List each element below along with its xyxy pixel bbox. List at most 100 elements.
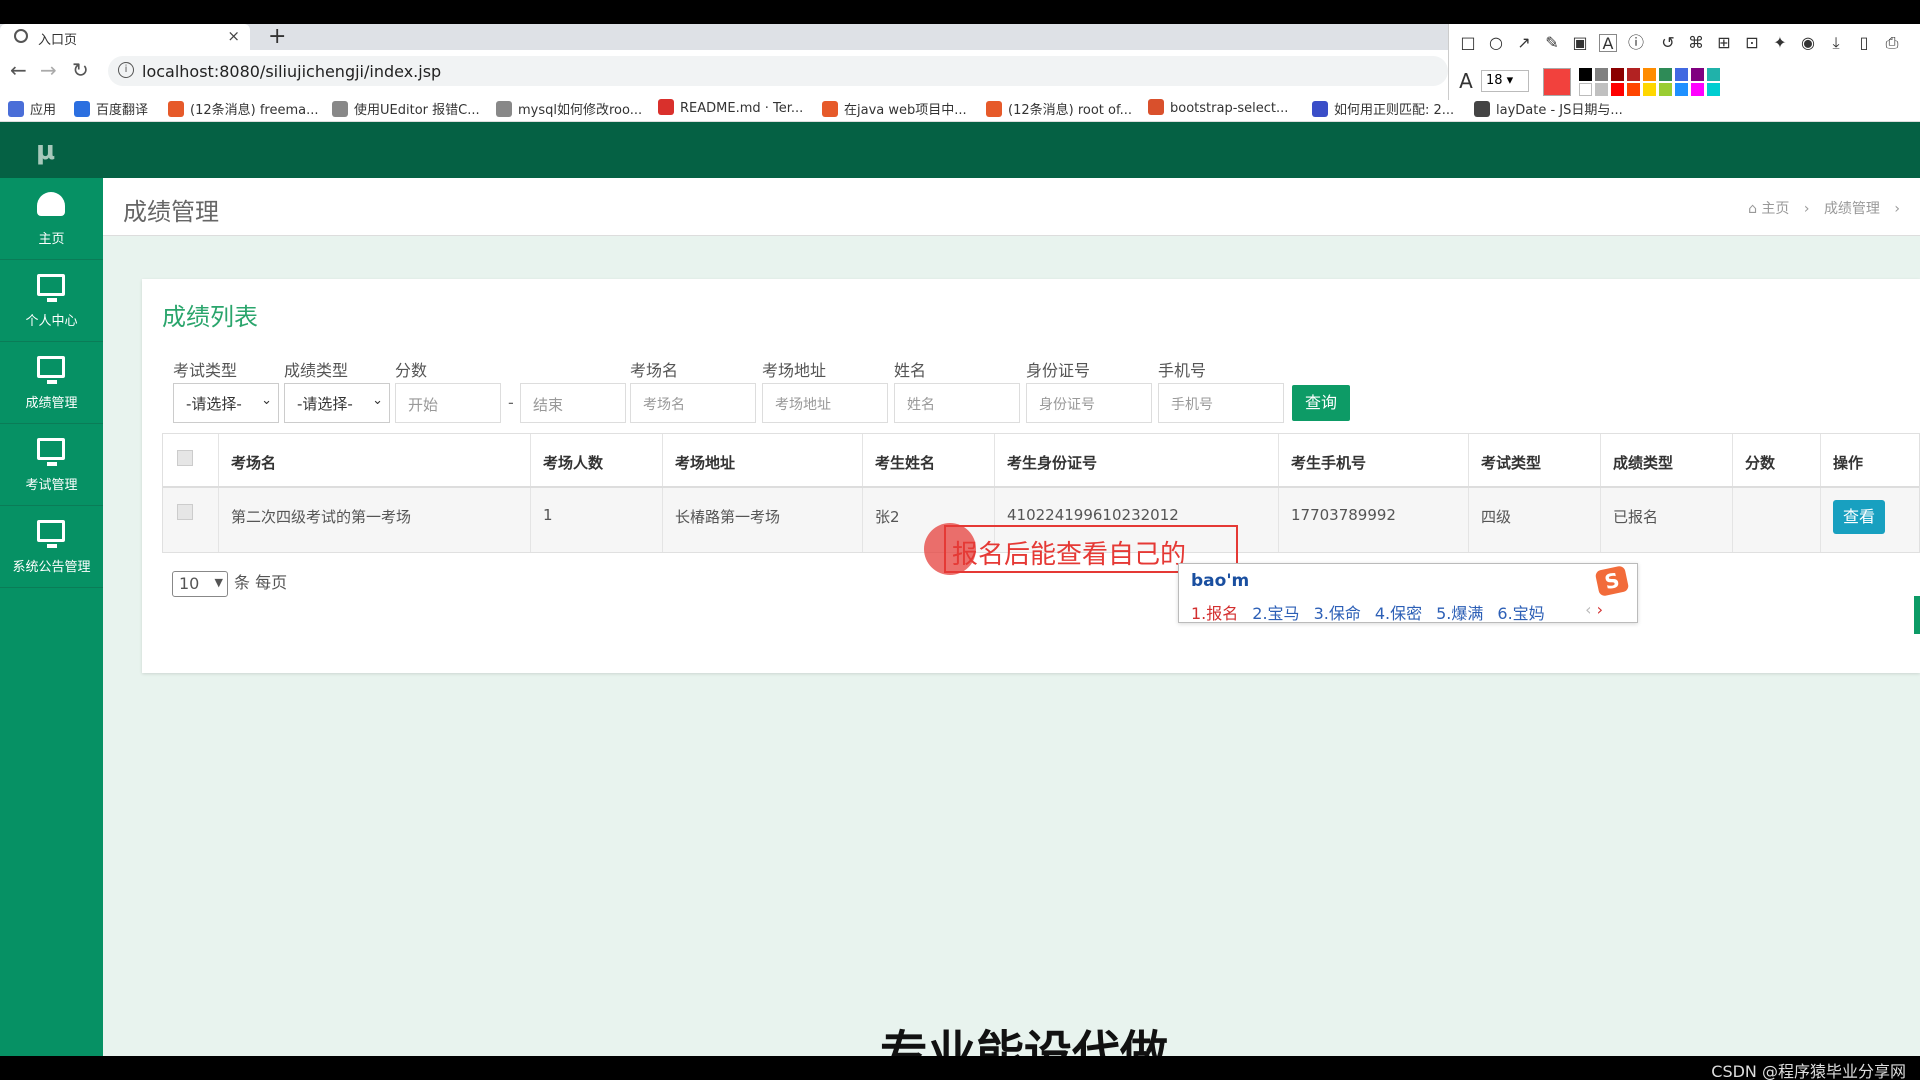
url-text[interactable]: localhost:8080/siliujichengji/index.jsp [142, 62, 441, 81]
color-swatch[interactable] [1627, 83, 1640, 96]
ime-candidate[interactable]: 5.爆满 [1436, 604, 1483, 623]
sidebar-item-label: 个人中心 [25, 314, 78, 329]
page-size-select[interactable]: 10 ▼ [172, 570, 228, 597]
sidebar-item-home[interactable]: 主页 [0, 178, 103, 260]
color-swatch[interactable] [1579, 83, 1592, 96]
room-address-placeholder: 考场地址 [775, 397, 831, 413]
phone-icon[interactable]: ▯ [1855, 34, 1873, 52]
pin-screen-icon[interactable]: ✦ [1771, 34, 1789, 52]
download-icon[interactable]: ⤓ [1827, 34, 1845, 52]
row-checkbox[interactable] [177, 504, 193, 520]
id-number-label: 身份证号 [1026, 361, 1091, 380]
color-swatch[interactable] [1627, 68, 1640, 81]
breadcrumb: ⌂ 主页 › 成绩管理 › [1748, 198, 1910, 218]
bookmark-item[interactable]: 百度翻译 [74, 99, 148, 118]
color-swatch[interactable] [1659, 83, 1672, 96]
record-icon[interactable]: ◉ [1799, 34, 1817, 52]
color-swatch[interactable] [1595, 83, 1608, 96]
score-end-input[interactable]: 结束 [520, 383, 626, 423]
ime-next-icon[interactable]: › [1597, 600, 1603, 619]
site-info-icon[interactable]: i [118, 62, 134, 78]
reload-icon[interactable]: ↻ [72, 58, 89, 82]
phone-input[interactable]: 手机号 [1158, 383, 1284, 423]
color-swatch[interactable] [1659, 68, 1672, 81]
bookmark-item[interactable]: bootstrap-select... [1148, 99, 1288, 116]
number-tool-icon[interactable]: ⓘ [1627, 34, 1645, 52]
chevron-down-icon: ▼ [214, 575, 223, 589]
bookmark-item[interactable]: README.md · Ter... [658, 99, 803, 116]
browser-tab[interactable]: 入口页 × [0, 24, 250, 50]
ime-candidate[interactable]: 3.保命 [1314, 604, 1361, 623]
name-input[interactable]: 姓名 [894, 383, 1020, 423]
bookmark-label: bootstrap-select... [1170, 101, 1289, 116]
bookmark-item[interactable]: 如何用正则匹配: 2... [1312, 99, 1454, 118]
bookmark-favicon-icon [1474, 101, 1490, 117]
bookmark-item[interactable]: (12条消息) root of... [986, 99, 1132, 118]
exam-type-select[interactable]: -请选择- ⌄ [173, 383, 279, 423]
new-tab-button[interactable]: + [268, 24, 286, 50]
color-swatch[interactable] [1643, 68, 1656, 81]
bookmark-item[interactable]: mysql如何修改roo... [496, 99, 642, 118]
bookmark-item[interactable]: 使用UEditor 报错C... [332, 99, 480, 118]
grade-type-select[interactable]: -请选择- ⌄ [284, 383, 390, 423]
font-icon: A [1459, 69, 1473, 93]
text-tool-icon[interactable]: A [1599, 34, 1617, 53]
back-arrow-icon[interactable]: ← [10, 58, 27, 82]
tab-close-icon[interactable]: × [227, 27, 240, 45]
select-all-checkbox[interactable] [177, 450, 193, 466]
room-address-input[interactable]: 考场地址 [762, 383, 888, 423]
mosaic-tool-icon[interactable]: ▣ [1571, 34, 1589, 52]
id-number-input[interactable]: 身份证号 [1026, 383, 1152, 423]
bookmark-item[interactable]: 在java web项目中... [822, 99, 967, 118]
apps-grid-icon [8, 101, 24, 117]
room-name-input[interactable]: 考场名 [630, 383, 756, 423]
breadcrumb-home[interactable]: 主页 [1761, 201, 1789, 217]
sidebar-item-grade-management[interactable]: 成绩管理 [0, 342, 103, 424]
color-swatch[interactable] [1691, 68, 1704, 81]
sidebar-item-personal-center[interactable]: 个人中心 [0, 260, 103, 342]
table-header-row: 考场名 考场人数 考场地址 考生姓名 考生身份证号 考生手机号 考试类型 成绩类… [163, 434, 1919, 488]
color-swatch[interactable] [1579, 68, 1592, 81]
ime-candidate[interactable]: 6.宝妈 [1497, 604, 1544, 623]
pin-icon[interactable]: ⌘ [1687, 34, 1705, 52]
font-size-select[interactable]: 18 ▾ [1481, 70, 1529, 92]
color-swatch[interactable] [1611, 68, 1624, 81]
color-swatch[interactable] [1691, 83, 1704, 96]
bookmark-item[interactable]: layDate - JS日期与... [1474, 99, 1623, 118]
query-button[interactable]: 查询 [1292, 385, 1350, 421]
column-header: 操作 [1833, 454, 1864, 472]
view-button[interactable]: 查看 [1833, 500, 1885, 534]
ime-prev-icon[interactable]: ‹ [1585, 600, 1591, 619]
ime-candidate-window: bao'm S 1.报名 2.宝马 3.保命 4.保密 5.爆满 6.宝妈 ‹ › [1178, 563, 1638, 623]
undo-icon[interactable]: ↺ [1659, 34, 1677, 52]
annotation-toolbar: □ ○ ↗ ✎ ▣ A ⓘ ↺ ⌘ ⊞ ⊡ ✦ ◉ ⤓ ▯ ⎙ A 18 ▾ [1448, 24, 1920, 100]
color-swatch[interactable] [1707, 68, 1720, 81]
sidebar-item-announcement-management[interactable]: 系统公告管理 [0, 506, 103, 588]
bookmark-icon[interactable]: ⎙ [1883, 34, 1901, 52]
ime-composition: bao'm [1191, 571, 1250, 591]
arrow-tool-icon[interactable]: ↗ [1515, 34, 1533, 52]
color-swatch[interactable] [1707, 83, 1720, 96]
ocr-icon[interactable]: ⊡ [1743, 34, 1761, 52]
current-color-swatch[interactable] [1543, 68, 1571, 96]
color-swatch[interactable] [1595, 68, 1608, 81]
ime-candidate[interactable]: 2.宝马 [1252, 604, 1299, 623]
color-swatch[interactable] [1675, 83, 1688, 96]
pen-tool-icon[interactable]: ✎ [1543, 34, 1561, 52]
rectangle-tool-icon[interactable]: □ [1459, 34, 1477, 52]
score-start-input[interactable]: 开始 [395, 383, 501, 423]
bookmark-label: layDate - JS日期与... [1496, 103, 1623, 118]
color-swatch[interactable] [1675, 68, 1688, 81]
sidebar-item-exam-management[interactable]: 考试管理 [0, 424, 103, 506]
forward-arrow-icon[interactable]: → [40, 58, 57, 82]
address-bar[interactable]: i localhost:8080/siliujichengji/index.js… [108, 56, 1448, 86]
bookmark-apps[interactable]: 应用 [8, 99, 56, 118]
ime-candidate[interactable]: 4.保密 [1375, 604, 1422, 623]
side-tab-marker[interactable] [1914, 596, 1920, 634]
color-swatch[interactable] [1611, 83, 1624, 96]
ellipse-tool-icon[interactable]: ○ [1487, 34, 1505, 52]
ime-candidate[interactable]: 1.报名 [1191, 604, 1238, 623]
color-swatch[interactable] [1643, 83, 1656, 96]
translate-icon[interactable]: ⊞ [1715, 34, 1733, 52]
bookmark-item[interactable]: (12条消息) freema... [168, 99, 318, 118]
